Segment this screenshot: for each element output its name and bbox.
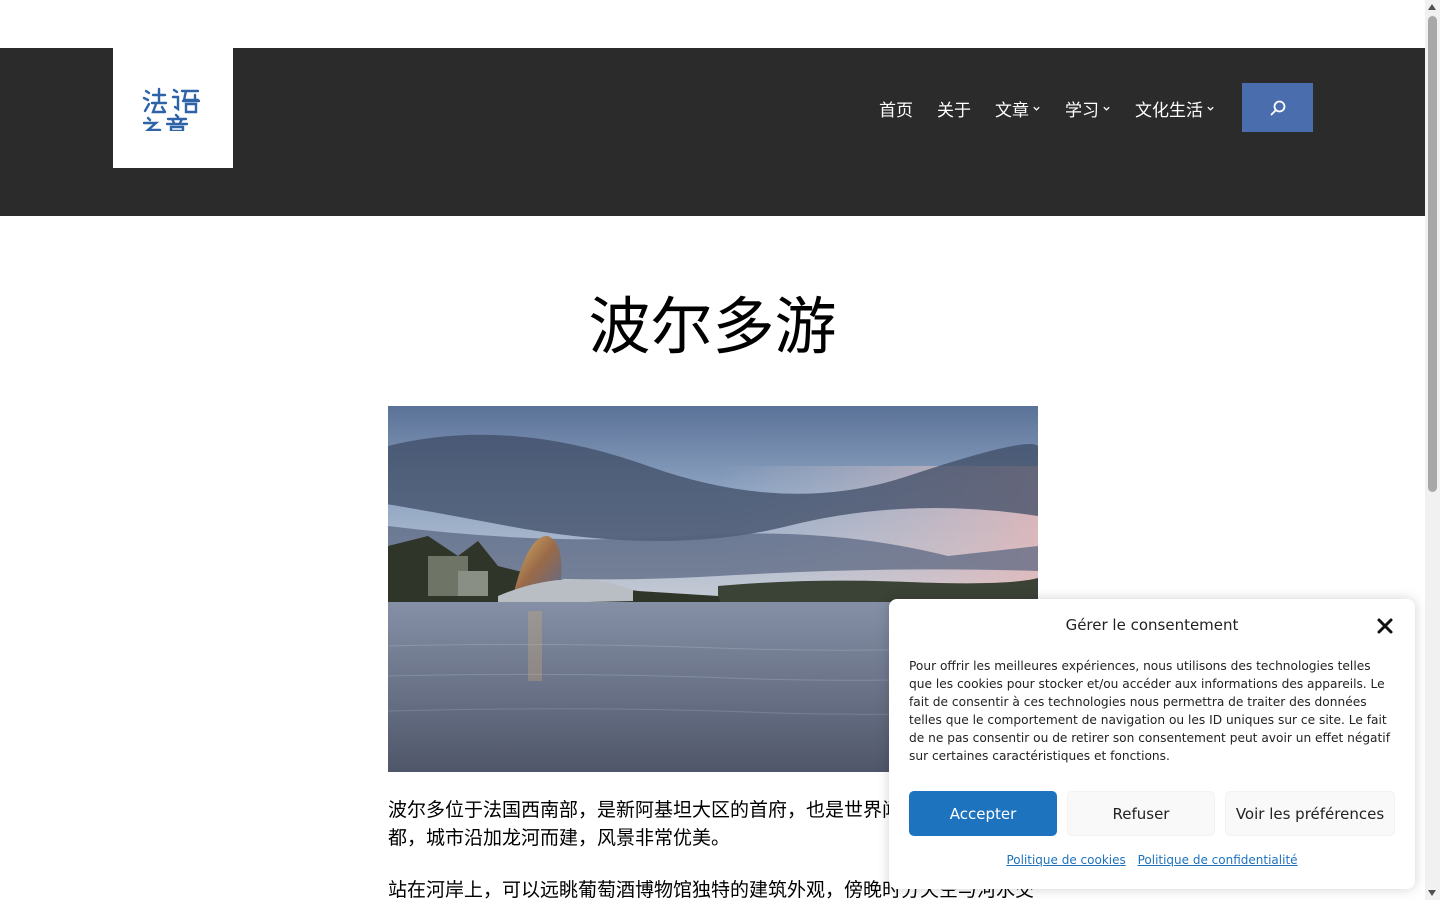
page-scrollbar[interactable] [1425, 0, 1440, 900]
main-nav: 首页 关于 文章 学习 文化生活 [879, 96, 1215, 121]
view-preferences-button[interactable]: Voir les préférences [1225, 791, 1395, 836]
cookie-consent-dialog: Gérer le consentement Pour offrir les me… [889, 599, 1415, 889]
scroll-down-arrow-icon[interactable] [1428, 890, 1436, 896]
consent-body: Pour offrir les meilleures expériences, … [909, 659, 1390, 763]
nav-item-about[interactable]: 关于 [937, 96, 971, 121]
chevron-down-icon [1103, 106, 1110, 111]
search-button[interactable] [1242, 83, 1313, 132]
nav-item-learning[interactable]: 学习 [1065, 96, 1111, 121]
privacy-policy-link[interactable]: Politique de confidentialité [1138, 853, 1298, 867]
logo-calligraphy-icon [142, 87, 201, 131]
cookie-policy-link[interactable]: Politique de cookies [1006, 853, 1125, 867]
consent-links: Politique de cookies Politique de confid… [889, 853, 1415, 867]
site-header: 首页 关于 文章 学习 文化生活 [0, 48, 1425, 216]
accept-button[interactable]: Accepter [909, 791, 1057, 836]
chevron-down-icon [1033, 106, 1040, 111]
consent-title: Gérer le consentement [1065, 616, 1239, 634]
chevron-down-icon [1207, 106, 1214, 111]
nav-label: 学习 [1065, 100, 1099, 121]
search-icon [1270, 100, 1285, 115]
site-logo[interactable] [113, 48, 233, 168]
nav-label: 文章 [995, 100, 1029, 121]
nav-label: 首页 [879, 100, 913, 121]
nav-item-articles[interactable]: 文章 [995, 96, 1041, 121]
page-title: 波尔多游 [588, 290, 837, 363]
nav-item-culture[interactable]: 文化生活 [1135, 96, 1215, 121]
scroll-up-arrow-icon[interactable] [1428, 4, 1436, 10]
refuse-button[interactable]: Refuser [1067, 791, 1215, 836]
nav-label: 关于 [937, 100, 971, 121]
top-spacer [0, 0, 1425, 48]
scroll-thumb[interactable] [1428, 16, 1437, 492]
nav-label: 文化生活 [1135, 100, 1203, 121]
close-icon[interactable] [1375, 616, 1395, 636]
nav-item-home[interactable]: 首页 [879, 96, 913, 121]
